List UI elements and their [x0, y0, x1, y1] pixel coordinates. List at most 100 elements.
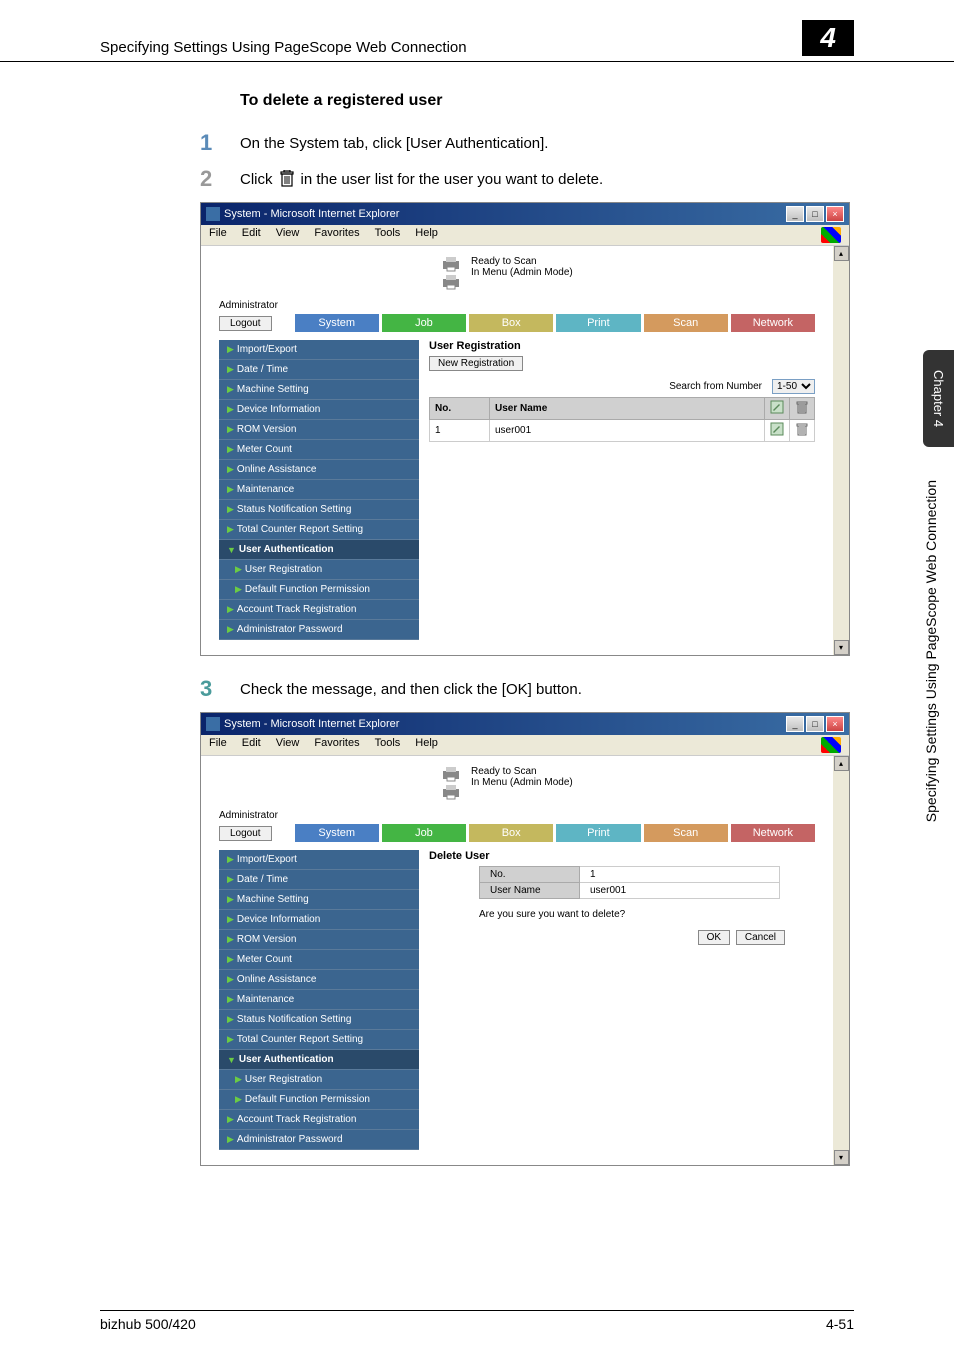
cancel-button[interactable]: Cancel: [736, 930, 785, 945]
printer-icon: [441, 256, 461, 290]
sidebar-status-notif[interactable]: ▶Status Notification Setting: [219, 1010, 419, 1030]
section-heading: To delete a registered user: [240, 92, 954, 110]
sidebar-status-notif[interactable]: ▶Status Notification Setting: [219, 500, 419, 520]
arrow-right-icon: ▶: [227, 994, 234, 1005]
trash-icon[interactable]: [795, 422, 809, 436]
scrollbar[interactable]: ▴ ▾: [833, 756, 849, 1165]
delete-no-value: 1: [580, 867, 780, 883]
scroll-up-icon[interactable]: ▴: [834, 756, 849, 771]
arrow-right-icon: ▶: [227, 464, 234, 475]
arrow-right-icon: ▶: [227, 894, 234, 905]
trash-icon[interactable]: [795, 400, 809, 414]
menu-edit[interactable]: Edit: [242, 737, 261, 753]
tab-scan[interactable]: Scan: [644, 824, 728, 842]
sidebar-account-track[interactable]: ▶Account Track Registration: [219, 1110, 419, 1130]
sidebar-machine-setting[interactable]: ▶Machine Setting: [219, 380, 419, 400]
tab-print[interactable]: Print: [556, 314, 640, 332]
tab-scan[interactable]: Scan: [644, 314, 728, 332]
sidebar-default-func[interactable]: ▶Default Function Permission: [219, 1090, 419, 1110]
maximize-button[interactable]: □: [806, 206, 824, 222]
arrow-right-icon: ▶: [227, 914, 234, 925]
tab-system[interactable]: System: [295, 314, 379, 332]
menu-file[interactable]: File: [209, 737, 227, 753]
menu-tools[interactable]: Tools: [375, 737, 401, 753]
menu-help[interactable]: Help: [415, 227, 438, 243]
sidebar-user-auth[interactable]: ▼User Authentication: [219, 540, 419, 560]
sidebar-default-func[interactable]: ▶Default Function Permission: [219, 580, 419, 600]
menu-tools[interactable]: Tools: [375, 227, 401, 243]
step-2-post: in the user list for the user you want t…: [301, 171, 604, 188]
minimize-button[interactable]: _: [786, 716, 804, 732]
arrow-right-icon: ▶: [227, 504, 234, 515]
tab-job[interactable]: Job: [382, 824, 466, 842]
sidebar-user-auth[interactable]: ▼User Authentication: [219, 1050, 419, 1070]
minimize-button[interactable]: _: [786, 206, 804, 222]
sidebar-online-assist[interactable]: ▶Online Assistance: [219, 970, 419, 990]
arrow-right-icon: ▶: [227, 424, 234, 435]
sidebar-user-reg[interactable]: ▶User Registration: [219, 1070, 419, 1090]
maximize-button[interactable]: □: [806, 716, 824, 732]
sidebar-rom-version[interactable]: ▶ROM Version: [219, 420, 419, 440]
arrow-right-icon: ▶: [227, 1014, 234, 1025]
edit-icon[interactable]: [770, 400, 784, 414]
col-no: No.: [430, 398, 490, 420]
sidebar-date-time[interactable]: ▶Date / Time: [219, 360, 419, 380]
menu-help[interactable]: Help: [415, 737, 438, 753]
menu-file[interactable]: File: [209, 227, 227, 243]
arrow-right-icon: ▶: [227, 404, 234, 415]
arrow-right-icon: ▶: [227, 524, 234, 535]
sidebar-device-info[interactable]: ▶Device Information: [219, 400, 419, 420]
sidebar-admin-pw[interactable]: ▶Administrator Password: [219, 620, 419, 640]
trash-icon: [279, 170, 295, 188]
logout-button[interactable]: Logout: [219, 316, 272, 331]
sidebar-maintenance[interactable]: ▶Maintenance: [219, 990, 419, 1010]
tab-network[interactable]: Network: [731, 314, 815, 332]
edit-icon[interactable]: [770, 422, 784, 436]
sidebar-total-counter[interactable]: ▶Total Counter Report Setting: [219, 520, 419, 540]
new-registration-button[interactable]: New Registration: [429, 356, 523, 371]
close-button[interactable]: ×: [826, 206, 844, 222]
tab-box[interactable]: Box: [469, 824, 553, 842]
sidebar-import-export[interactable]: ▶Import/Export: [219, 340, 419, 360]
arrow-right-icon: ▶: [227, 604, 234, 615]
menu-favorites[interactable]: Favorites: [314, 737, 359, 753]
scroll-up-icon[interactable]: ▴: [834, 246, 849, 261]
ok-button[interactable]: OK: [698, 930, 730, 945]
sidebar-machine-setting[interactable]: ▶Machine Setting: [219, 890, 419, 910]
sidebar-meter-count[interactable]: ▶Meter Count: [219, 950, 419, 970]
scroll-down-icon[interactable]: ▾: [834, 640, 849, 655]
logout-button[interactable]: Logout: [219, 826, 272, 841]
arrow-right-icon: ▶: [227, 1134, 234, 1145]
search-range-select[interactable]: 1-50: [772, 379, 815, 394]
col-user: User Name: [490, 398, 765, 420]
sidebar-device-info[interactable]: ▶Device Information: [219, 910, 419, 930]
user-table: No. User Name 1: [429, 397, 815, 442]
tab-network[interactable]: Network: [731, 824, 815, 842]
sidebar-user-reg[interactable]: ▶User Registration: [219, 560, 419, 580]
header-text: Specifying Settings Using PageScope Web …: [100, 39, 802, 56]
sidebar-online-assist[interactable]: ▶Online Assistance: [219, 460, 419, 480]
tab-box[interactable]: Box: [469, 314, 553, 332]
scrollbar[interactable]: ▴ ▾: [833, 246, 849, 655]
status-line-2: In Menu (Admin Mode): [471, 267, 573, 278]
tab-print[interactable]: Print: [556, 824, 640, 842]
sidebar-account-track[interactable]: ▶Account Track Registration: [219, 600, 419, 620]
sidebar-import-export[interactable]: ▶Import/Export: [219, 850, 419, 870]
content-area-1: User Registration New Registration Searc…: [429, 340, 815, 640]
menu-edit[interactable]: Edit: [242, 227, 261, 243]
arrow-right-icon: ▶: [227, 954, 234, 965]
tab-job[interactable]: Job: [382, 314, 466, 332]
close-button[interactable]: ×: [826, 716, 844, 732]
sidebar-rom-version[interactable]: ▶ROM Version: [219, 930, 419, 950]
tab-system[interactable]: System: [295, 824, 379, 842]
menu-view[interactable]: View: [276, 227, 300, 243]
sidebar-maintenance[interactable]: ▶Maintenance: [219, 480, 419, 500]
sidebar-admin-pw[interactable]: ▶Administrator Password: [219, 1130, 419, 1150]
menu-view[interactable]: View: [276, 737, 300, 753]
cell-user: user001: [490, 420, 765, 442]
menu-favorites[interactable]: Favorites: [314, 227, 359, 243]
sidebar-date-time[interactable]: ▶Date / Time: [219, 870, 419, 890]
sidebar-total-counter[interactable]: ▶Total Counter Report Setting: [219, 1030, 419, 1050]
scroll-down-icon[interactable]: ▾: [834, 1150, 849, 1165]
sidebar-meter-count[interactable]: ▶Meter Count: [219, 440, 419, 460]
